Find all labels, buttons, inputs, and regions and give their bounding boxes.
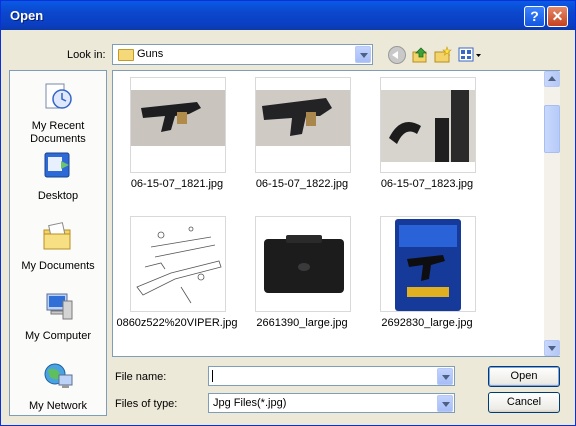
window-title: Open [10, 8, 44, 23]
image-thumbnail [255, 77, 351, 173]
my-computer-icon [46, 293, 73, 320]
chevron-down-icon[interactable] [437, 395, 453, 412]
look-in-label: Look in: [67, 49, 106, 61]
file-tile[interactable]: 06-15-07_1821.jpg [115, 77, 239, 203]
look-in-value: Guns [137, 48, 164, 60]
image-thumbnail [380, 77, 476, 173]
place-my-documents[interactable]: My Documents [10, 221, 106, 273]
image-thumbnail [255, 216, 351, 312]
vertical-scrollbar[interactable] [544, 71, 560, 356]
place-label: My Computer [24, 330, 92, 342]
file-tile[interactable]: 2661390_large.jpg [240, 216, 364, 342]
file-tile[interactable]: 0860z522%20VIPER.jpg [115, 216, 239, 342]
title-bar[interactable]: Open ? ✕ [1, 1, 575, 30]
chevron-down-icon[interactable] [437, 368, 453, 385]
open-button[interactable]: Open [488, 366, 560, 387]
scroll-down-icon[interactable] [544, 340, 560, 356]
recent-documents-icon [45, 83, 72, 109]
scroll-up-icon[interactable] [544, 71, 560, 87]
my-network-icon [44, 363, 73, 388]
file-tile[interactable]: 06-15-07_1823.jpg [365, 77, 489, 203]
up-folder-icon[interactable] [412, 46, 430, 64]
image-thumbnail [130, 216, 226, 312]
text-caret [212, 370, 213, 382]
place-my-recent-documents[interactable]: My Recent Documents [10, 81, 106, 146]
places-bar: My Recent Documents Desktop My Documents [9, 70, 107, 416]
place-label: My Documents [21, 260, 95, 272]
image-thumbnail [380, 216, 476, 312]
place-label: My Recent Documents [30, 120, 86, 145]
desktop-icon [44, 152, 70, 178]
folder-icon [118, 49, 134, 61]
my-documents-icon [43, 222, 71, 250]
file-tile[interactable]: 06-15-07_1822.jpg [240, 77, 364, 203]
place-label: Desktop [37, 190, 79, 202]
scroll-thumb[interactable] [544, 105, 560, 153]
cancel-button[interactable]: Cancel [488, 392, 560, 413]
chevron-down-icon[interactable] [355, 46, 371, 63]
file-type-dropdown[interactable]: Jpg Files(*.jpg) [208, 393, 455, 413]
file-name-input[interactable] [208, 366, 455, 386]
file-name: 06-15-07_1822.jpg [255, 178, 349, 190]
open-dialog: Open ? ✕ Look in: Guns My Recent Documen… [0, 0, 576, 426]
view-menu-icon[interactable] [458, 46, 482, 64]
file-name: 2692830_large.jpg [381, 317, 473, 329]
new-folder-icon[interactable] [434, 46, 452, 64]
file-type-label: Files of type: [115, 398, 178, 410]
file-name: 06-15-07_1821.jpg [130, 178, 224, 190]
file-tile[interactable]: 2692830_large.jpg [365, 216, 489, 342]
file-name-label: File name: [115, 371, 167, 383]
file-name: 2661390_large.jpg [256, 317, 348, 329]
look-in-dropdown[interactable]: Guns [112, 44, 373, 65]
place-label: My Network [28, 400, 88, 412]
back-icon[interactable] [388, 46, 406, 64]
place-my-computer[interactable]: My Computer [10, 291, 106, 343]
image-thumbnail [130, 77, 226, 173]
file-name: 06-15-07_1823.jpg [380, 178, 474, 190]
place-my-network[interactable]: My Network [10, 361, 106, 413]
help-button[interactable]: ? [524, 6, 545, 27]
close-button[interactable]: ✕ [547, 6, 568, 27]
file-name: 0860z522%20VIPER.jpg [116, 317, 238, 329]
place-desktop[interactable]: Desktop [10, 151, 106, 203]
file-type-value: Jpg Files(*.jpg) [213, 397, 287, 409]
